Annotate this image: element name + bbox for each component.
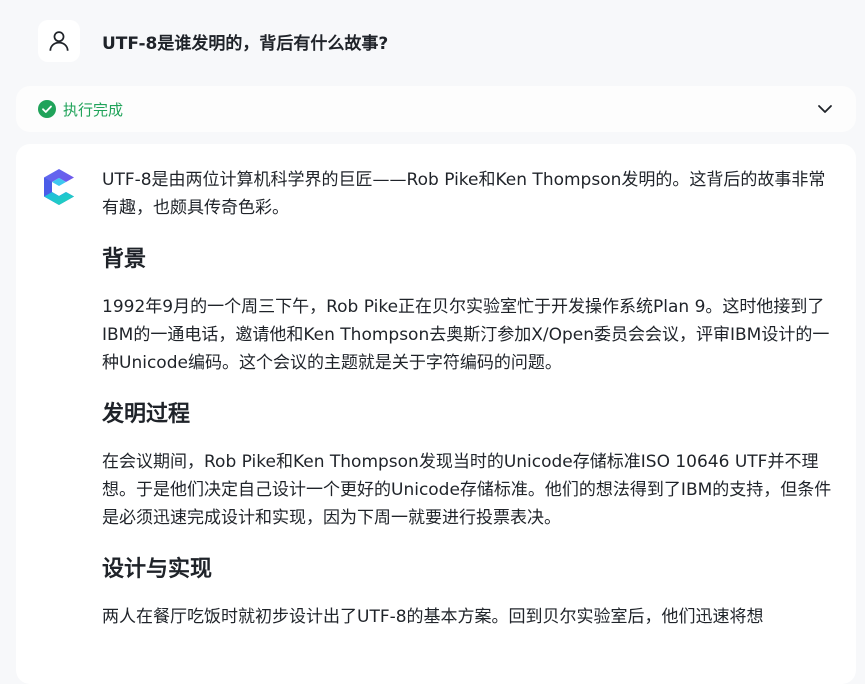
section-body-background: 1992年9月的一个周三下午，Rob Pike正在贝尔实验室忙于开发操作系统Pl… — [102, 297, 830, 373]
execution-status-bar[interactable]: 执行完成 — [16, 86, 856, 132]
assistant-logo-icon — [42, 168, 76, 210]
user-message: UTF-8是谁发明的，背后有什么故事? — [38, 20, 388, 62]
check-circle-icon — [38, 100, 56, 118]
answer-content: UTF-8是由两位计算机科学界的巨匠——Rob Pike和Ken Thompso… — [102, 166, 836, 631]
section-heading-invention: 发明过程 — [102, 402, 191, 427]
status-text: 执行完成 — [63, 100, 124, 119]
user-question-text: UTF-8是谁发明的，背后有什么故事? — [102, 33, 389, 54]
answer-intro: UTF-8是由两位计算机科学界的巨匠——Rob Pike和Ken Thompso… — [102, 170, 826, 218]
chevron-down-icon[interactable] — [816, 100, 834, 118]
assistant-answer-card: UTF-8是由两位计算机科学界的巨匠——Rob Pike和Ken Thompso… — [16, 144, 856, 684]
section-body-design: 两人在餐厅吃饭时就初步设计出了UTF-8的基本方案。回到贝尔实验室后，他们迅速将… — [102, 607, 764, 627]
section-heading-background: 背景 — [102, 247, 147, 272]
user-avatar — [38, 20, 80, 62]
user-icon — [49, 31, 69, 51]
section-body-invention: 在会议期间，Rob Pike和Ken Thompson发现当时的Unicode存… — [102, 452, 832, 528]
section-heading-design: 设计与实现 — [102, 557, 213, 582]
